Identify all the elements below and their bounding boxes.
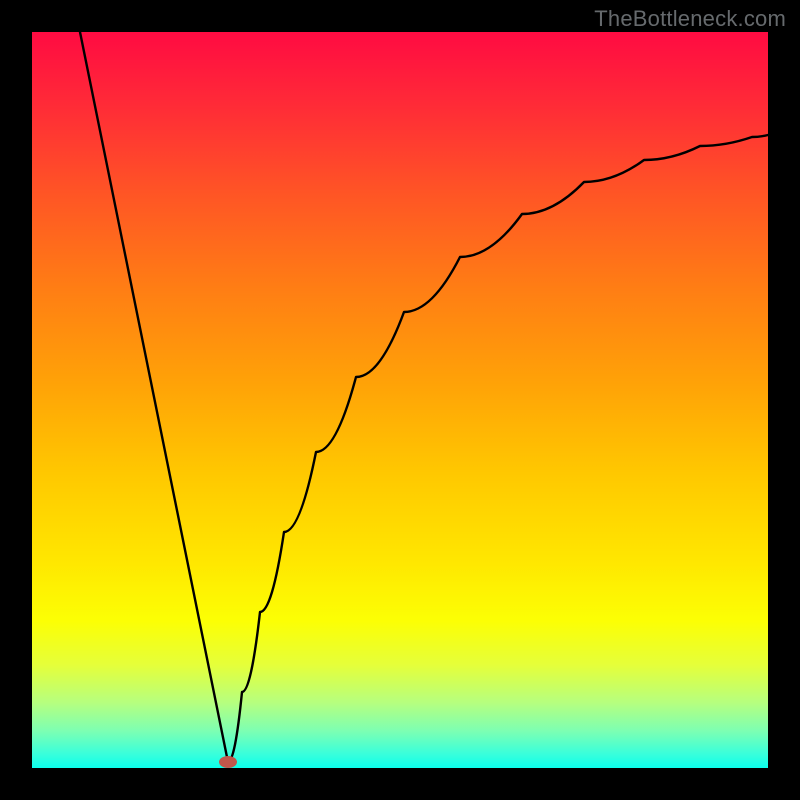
bottleneck-curve: [80, 32, 768, 762]
chart-svg: [0, 0, 800, 800]
chart-frame: TheBottleneck.com: [0, 0, 800, 800]
plot-group: [80, 32, 768, 768]
min-marker: [219, 756, 237, 768]
watermark-text: TheBottleneck.com: [594, 6, 786, 32]
